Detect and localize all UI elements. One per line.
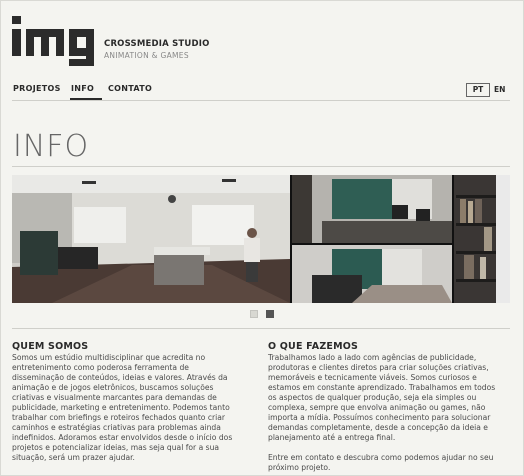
quem-somos-text: Somos um estúdio multidisciplinar que ac…	[12, 353, 233, 463]
language-pt-button[interactable]: PT	[466, 83, 490, 97]
o-que-fazemos-section: O QUE FAZEMOS Trabalhamos lado a lado co…	[268, 341, 506, 474]
title-divider	[12, 166, 510, 167]
studio-name-block: CROSSMEDIA STUDIO ANIMATION & GAMES	[104, 39, 210, 60]
header-divider	[12, 100, 510, 101]
photo-gallery[interactable]	[12, 175, 510, 303]
studio-name: CROSSMEDIA STUDIO	[104, 39, 210, 49]
gallery-dot-1[interactable]	[250, 310, 258, 318]
language-en-button[interactable]: EN	[494, 84, 505, 96]
nav-item-contato[interactable]: CONTATO	[108, 84, 152, 93]
content-divider	[12, 328, 510, 329]
o-que-fazemos-text: Trabalhamos lado a lado com agências de …	[268, 353, 496, 443]
quem-somos-section: QUEM SOMOS Somos um estúdio multidiscipl…	[12, 341, 250, 464]
page-title: INFO	[13, 129, 90, 164]
quem-somos-title: QUEM SOMOS	[12, 341, 89, 352]
gallery-dot-2[interactable]	[266, 310, 274, 318]
logo[interactable]	[12, 16, 96, 68]
o-que-fazemos-closing: Entre em contato e descubra como podemos…	[268, 453, 494, 473]
nav-item-projetos[interactable]: PROJETOS	[13, 84, 61, 93]
img-logo-icon	[12, 16, 94, 66]
studio-tagline: ANIMATION & GAMES	[104, 51, 189, 60]
studio-photo-image	[12, 175, 510, 303]
o-que-fazemos-title: O QUE FAZEMOS	[268, 341, 359, 352]
nav-item-info[interactable]: INFO	[71, 84, 94, 93]
